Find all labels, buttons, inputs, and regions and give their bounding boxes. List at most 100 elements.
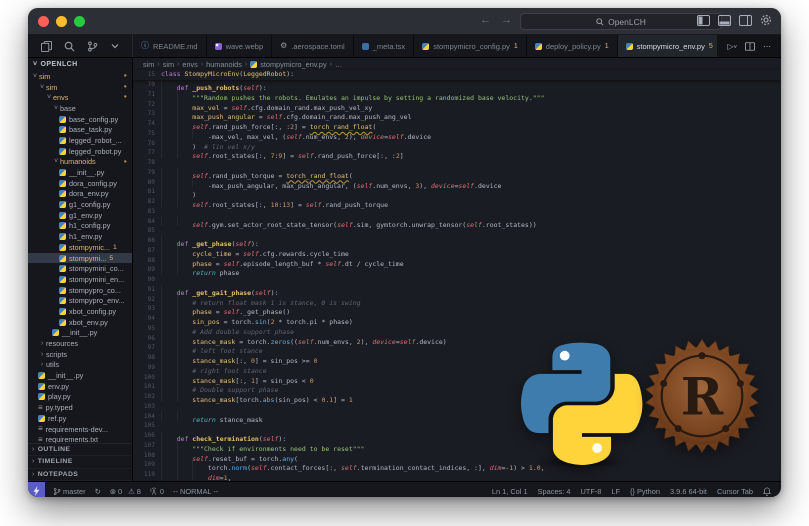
code-line[interactable]: 89return phase	[133, 265, 781, 275]
line-number[interactable]: 74	[133, 119, 161, 129]
tab-wave.webp[interactable]: wave.webp	[207, 35, 273, 57]
code-line[interactable]: 74self.rand_push_force[:, :2] = torch_ra…	[133, 119, 781, 129]
tree-file-py.typed[interactable]: ≡py.typed	[28, 402, 132, 413]
code-line[interactable]: 109torch.norm(self.contact_forces[:, sel…	[133, 460, 781, 470]
tree-file-stompymi...[interactable]: stompymi...5	[28, 253, 132, 264]
code-line[interactable]: 92# return float mask 1 is stance, 0 is …	[133, 295, 781, 305]
tab-.aerospace.toml[interactable]: ⚙.aerospace.toml	[272, 35, 354, 57]
code-line-sticky[interactable]: 15class StompyMicroEnv(LeggedRobot):	[133, 70, 294, 80]
tree-file-stompypro_env...[interactable]: stompypro_env...	[28, 295, 132, 306]
code-line[interactable]: 76) # lin vel x/y	[133, 139, 781, 149]
tree-file-stompypro_co...[interactable]: stompypro_co...	[28, 285, 132, 296]
line-number[interactable]: 81	[133, 187, 161, 197]
notifications-bell-icon[interactable]	[763, 487, 771, 496]
cursor-tab-status[interactable]: Cursor Tab	[717, 487, 753, 496]
code-line[interactable]: 94sin_pos = torch.sin(2 * torch.pi * pha…	[133, 314, 781, 324]
tree-folder-base[interactable]: ˅base	[28, 103, 132, 114]
code-line[interactable]: 71"""Random pushes the robots. Emulates …	[133, 90, 781, 100]
code-line[interactable]: 93phase = self._get_phase()	[133, 304, 781, 314]
line-number[interactable]: 78	[133, 158, 161, 168]
tree-file-requirements-dev...[interactable]: ≡requirements-dev...	[28, 424, 132, 435]
code-line[interactable]: 80-max_push_angular, max_push_angular, (…	[133, 178, 781, 188]
encoding-setting[interactable]: UTF-8	[580, 487, 601, 496]
ports-status[interactable]: 0	[150, 487, 164, 496]
breadcrumb-item[interactable]: sim	[143, 60, 154, 69]
tab-_meta.tsx[interactable]: _meta.tsx	[354, 35, 415, 57]
toggle-panel-icon[interactable]	[718, 15, 731, 26]
line-number[interactable]: 15	[133, 70, 161, 80]
code-line[interactable]: 88phase = self.episode_length_buf * self…	[133, 256, 781, 266]
line-number[interactable]: 110	[133, 470, 161, 480]
code-editor[interactable]: sim›sim›envs›humanoids›stompymicro_env.p…	[133, 58, 781, 481]
line-number[interactable]: 96	[133, 334, 161, 344]
code-line[interactable]: 75-max_vel, max_vel, (self.num_envs, 2),…	[133, 129, 781, 139]
problems-status[interactable]: ⊗ 0 ⚠ 8	[110, 487, 141, 496]
tree-file-requirements.txt[interactable]: ≡requirements.txt	[28, 434, 132, 442]
tree-folder-utils[interactable]: ›utils	[28, 360, 132, 371]
tree-folder-sim[interactable]: ˅sim●	[28, 82, 132, 93]
breadcrumb-item[interactable]: envs	[182, 60, 197, 69]
line-number[interactable]: 105	[133, 421, 161, 431]
tree-file-__init__.py[interactable]: __init__.py	[28, 328, 132, 339]
eol-setting[interactable]: LF	[611, 487, 620, 496]
tab-stompymicro_config.py[interactable]: stompymicro_config.py1	[414, 35, 527, 57]
minimize-window-button[interactable]	[56, 16, 67, 27]
line-number[interactable]: 88	[133, 256, 161, 266]
line-number[interactable]: 83	[133, 207, 161, 217]
search-icon[interactable]	[64, 41, 75, 52]
tree-file-dora_config.py[interactable]: dora_config.py	[28, 178, 132, 189]
tree-file-__init__.py[interactable]: __init__.py	[28, 167, 132, 178]
python-interpreter[interactable]: 3.9.6 64-bit	[670, 487, 707, 496]
line-number[interactable]: 86	[133, 236, 161, 246]
section-notepads[interactable]: ›NOTEPADS	[28, 469, 132, 482]
tab-deploy_policy.py[interactable]: deploy_policy.py1	[527, 35, 618, 57]
tree-file-legged_robot_...[interactable]: legged_robot_...	[28, 135, 132, 146]
section-outline[interactable]: ›OUTLINE	[28, 444, 132, 457]
language-mode[interactable]: {} Python	[630, 487, 660, 496]
tree-file-g1_config.py[interactable]: g1_config.py	[28, 199, 132, 210]
line-number[interactable]: 109	[133, 460, 161, 470]
tree-file-dora_env.py[interactable]: dora_env.py	[28, 189, 132, 200]
tree-folder-resources[interactable]: ›resources	[28, 338, 132, 349]
line-number[interactable]: 94	[133, 314, 161, 324]
code-line[interactable]: 82self.root_states[:, 10:13] = self.rand…	[133, 197, 781, 207]
tree-folder-envs[interactable]: ˅envs●	[28, 92, 132, 103]
line-number[interactable]: 101	[133, 382, 161, 392]
split-editor-icon[interactable]	[745, 42, 755, 51]
line-number[interactable]: 79	[133, 168, 161, 178]
line-number[interactable]: 93	[133, 304, 161, 314]
toggle-secondary-sidebar-icon[interactable]	[739, 15, 752, 26]
breadcrumb-item[interactable]: humanoids	[206, 60, 242, 69]
line-number[interactable]: 80	[133, 178, 161, 188]
zoom-window-button[interactable]	[74, 16, 85, 27]
line-number[interactable]: 70	[133, 80, 161, 90]
line-number[interactable]: 77	[133, 148, 161, 158]
breadcrumb[interactable]: sim›sim›envs›humanoids›stompymicro_env.p…	[133, 58, 781, 70]
explorer-root-header[interactable]: ˅ OPENLCH	[28, 58, 132, 71]
tree-file-base_task.py[interactable]: base_task.py	[28, 124, 132, 135]
tree-file-__init__.py[interactable]: __init__.py	[28, 370, 132, 381]
tree-file-stompymini_en...[interactable]: stompymini_en...	[28, 274, 132, 285]
tree-file-h1_config.py[interactable]: h1_config.py	[28, 221, 132, 232]
code-line[interactable]: 84self.gym.set_actor_root_state_tensor(s…	[133, 217, 781, 227]
line-number[interactable]: 82	[133, 197, 161, 207]
tree-folder-scripts[interactable]: ›scripts	[28, 349, 132, 360]
git-branch-status[interactable]: master	[53, 487, 86, 496]
line-number[interactable]: 104	[133, 412, 161, 422]
indentation-setting[interactable]: Spaces: 4	[538, 487, 571, 496]
line-number[interactable]: 90	[133, 275, 161, 285]
code-line[interactable]: 86def _get_phase(self):	[133, 236, 781, 246]
tree-folder-humanoids[interactable]: ˅humanoids●	[28, 157, 132, 168]
command-center-search[interactable]: OpenLCH	[520, 13, 722, 30]
line-number[interactable]: 95	[133, 324, 161, 334]
source-control-icon[interactable]	[87, 41, 98, 52]
breadcrumb-tail[interactable]: …	[335, 60, 342, 69]
sync-changes-button[interactable]: ↻	[95, 487, 101, 496]
line-number[interactable]: 98	[133, 353, 161, 363]
line-number[interactable]: 72	[133, 100, 161, 110]
line-number[interactable]: 92	[133, 295, 161, 305]
line-number[interactable]: 91	[133, 285, 161, 295]
line-number[interactable]: 107	[133, 441, 161, 451]
tree-file-xbot_config.py[interactable]: xbot_config.py	[28, 306, 132, 317]
toggle-primary-sidebar-icon[interactable]	[697, 15, 710, 26]
